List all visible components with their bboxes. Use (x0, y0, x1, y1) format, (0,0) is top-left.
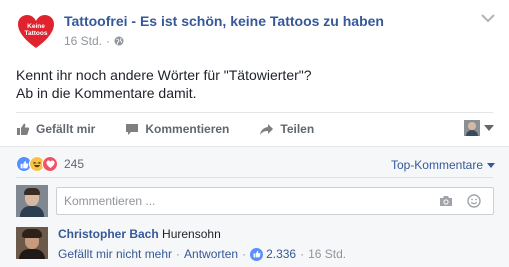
comment-input[interactable] (64, 194, 424, 208)
reply-link[interactable]: Antworten (184, 247, 238, 261)
page-name-link[interactable]: Tattoofrei - Es ist schön, keine Tattoos… (64, 13, 384, 29)
divider (16, 112, 493, 113)
post-body: Kennt ihr noch andere Wörter für "Tätowi… (16, 66, 312, 102)
page-logo[interactable]: Keine Tattoos (16, 12, 56, 52)
comment-bubble-icon (126, 124, 139, 135)
avatar[interactable] (16, 227, 48, 259)
facebook-post: Keine Tattoos Tattoofrei - Es ist schön,… (0, 0, 509, 267)
like-button[interactable]: Gefällt mir (16, 122, 95, 136)
post-actions-bar: Gefällt mir Kommentieren Teilen (16, 118, 494, 140)
comment-label: Kommentieren (145, 122, 230, 136)
caret-down-icon (484, 125, 494, 131)
post-timestamp[interactable]: 16 Std. (64, 34, 102, 48)
divider (16, 177, 493, 178)
like-badge-icon (250, 247, 264, 261)
share-label: Teilen (280, 122, 315, 136)
love-reaction-icon (42, 156, 58, 172)
post-text-line-1: Kennt ihr noch andere Wörter für "Tätowi… (16, 67, 312, 83)
share-arrow-icon (260, 123, 274, 135)
post-as-selector[interactable] (464, 120, 494, 136)
reaction-count: 245 (64, 157, 85, 171)
unlike-link[interactable]: Gefällt mir nicht mehr (58, 247, 172, 261)
avatar (464, 120, 480, 136)
globe-icon[interactable] (114, 36, 124, 46)
comment-author-link[interactable]: Christopher Bach (58, 227, 159, 241)
logo-text-tattoos: Tattoos (25, 30, 48, 37)
reactions-summary[interactable]: 245 (16, 156, 84, 172)
comment-text: Hurensohn (162, 227, 221, 241)
comment-button[interactable]: Kommentieren (125, 122, 229, 136)
post-meta: 16 Std. · (64, 34, 124, 48)
thumbs-up-icon (17, 123, 30, 135)
caret-down-icon (487, 162, 495, 168)
smiley-icon[interactable] (467, 194, 481, 208)
sort-label: Top-Kommentare (390, 158, 483, 172)
comment-sort-dropdown[interactable]: Top-Kommentare (391, 158, 495, 172)
comment-like-count[interactable]: 2.336 (266, 247, 296, 261)
comment: Christopher Bach Hurensohn (58, 227, 221, 241)
comment-time[interactable]: 16 Std. (308, 247, 346, 261)
avatar[interactable] (16, 185, 48, 217)
share-button[interactable]: Teilen (259, 122, 314, 136)
comment-composer[interactable] (56, 187, 494, 215)
camera-icon[interactable] (439, 195, 453, 207)
chevron-down-icon[interactable] (481, 13, 495, 23)
post-text-line-2: Ab in die Kommentare damit. (16, 85, 197, 101)
logo-text-keine: Keine (27, 23, 45, 30)
like-label: Gefällt mir (36, 122, 96, 136)
reaction-icons (16, 156, 58, 172)
comments-section: 245 Top-Kommentare Kommentieren ... Chri… (0, 146, 509, 267)
comment-meta: Gefällt mir nicht mehr · Antworten · 2.3… (58, 247, 347, 261)
heart-logo-icon: Keine Tattoos (18, 15, 54, 48)
